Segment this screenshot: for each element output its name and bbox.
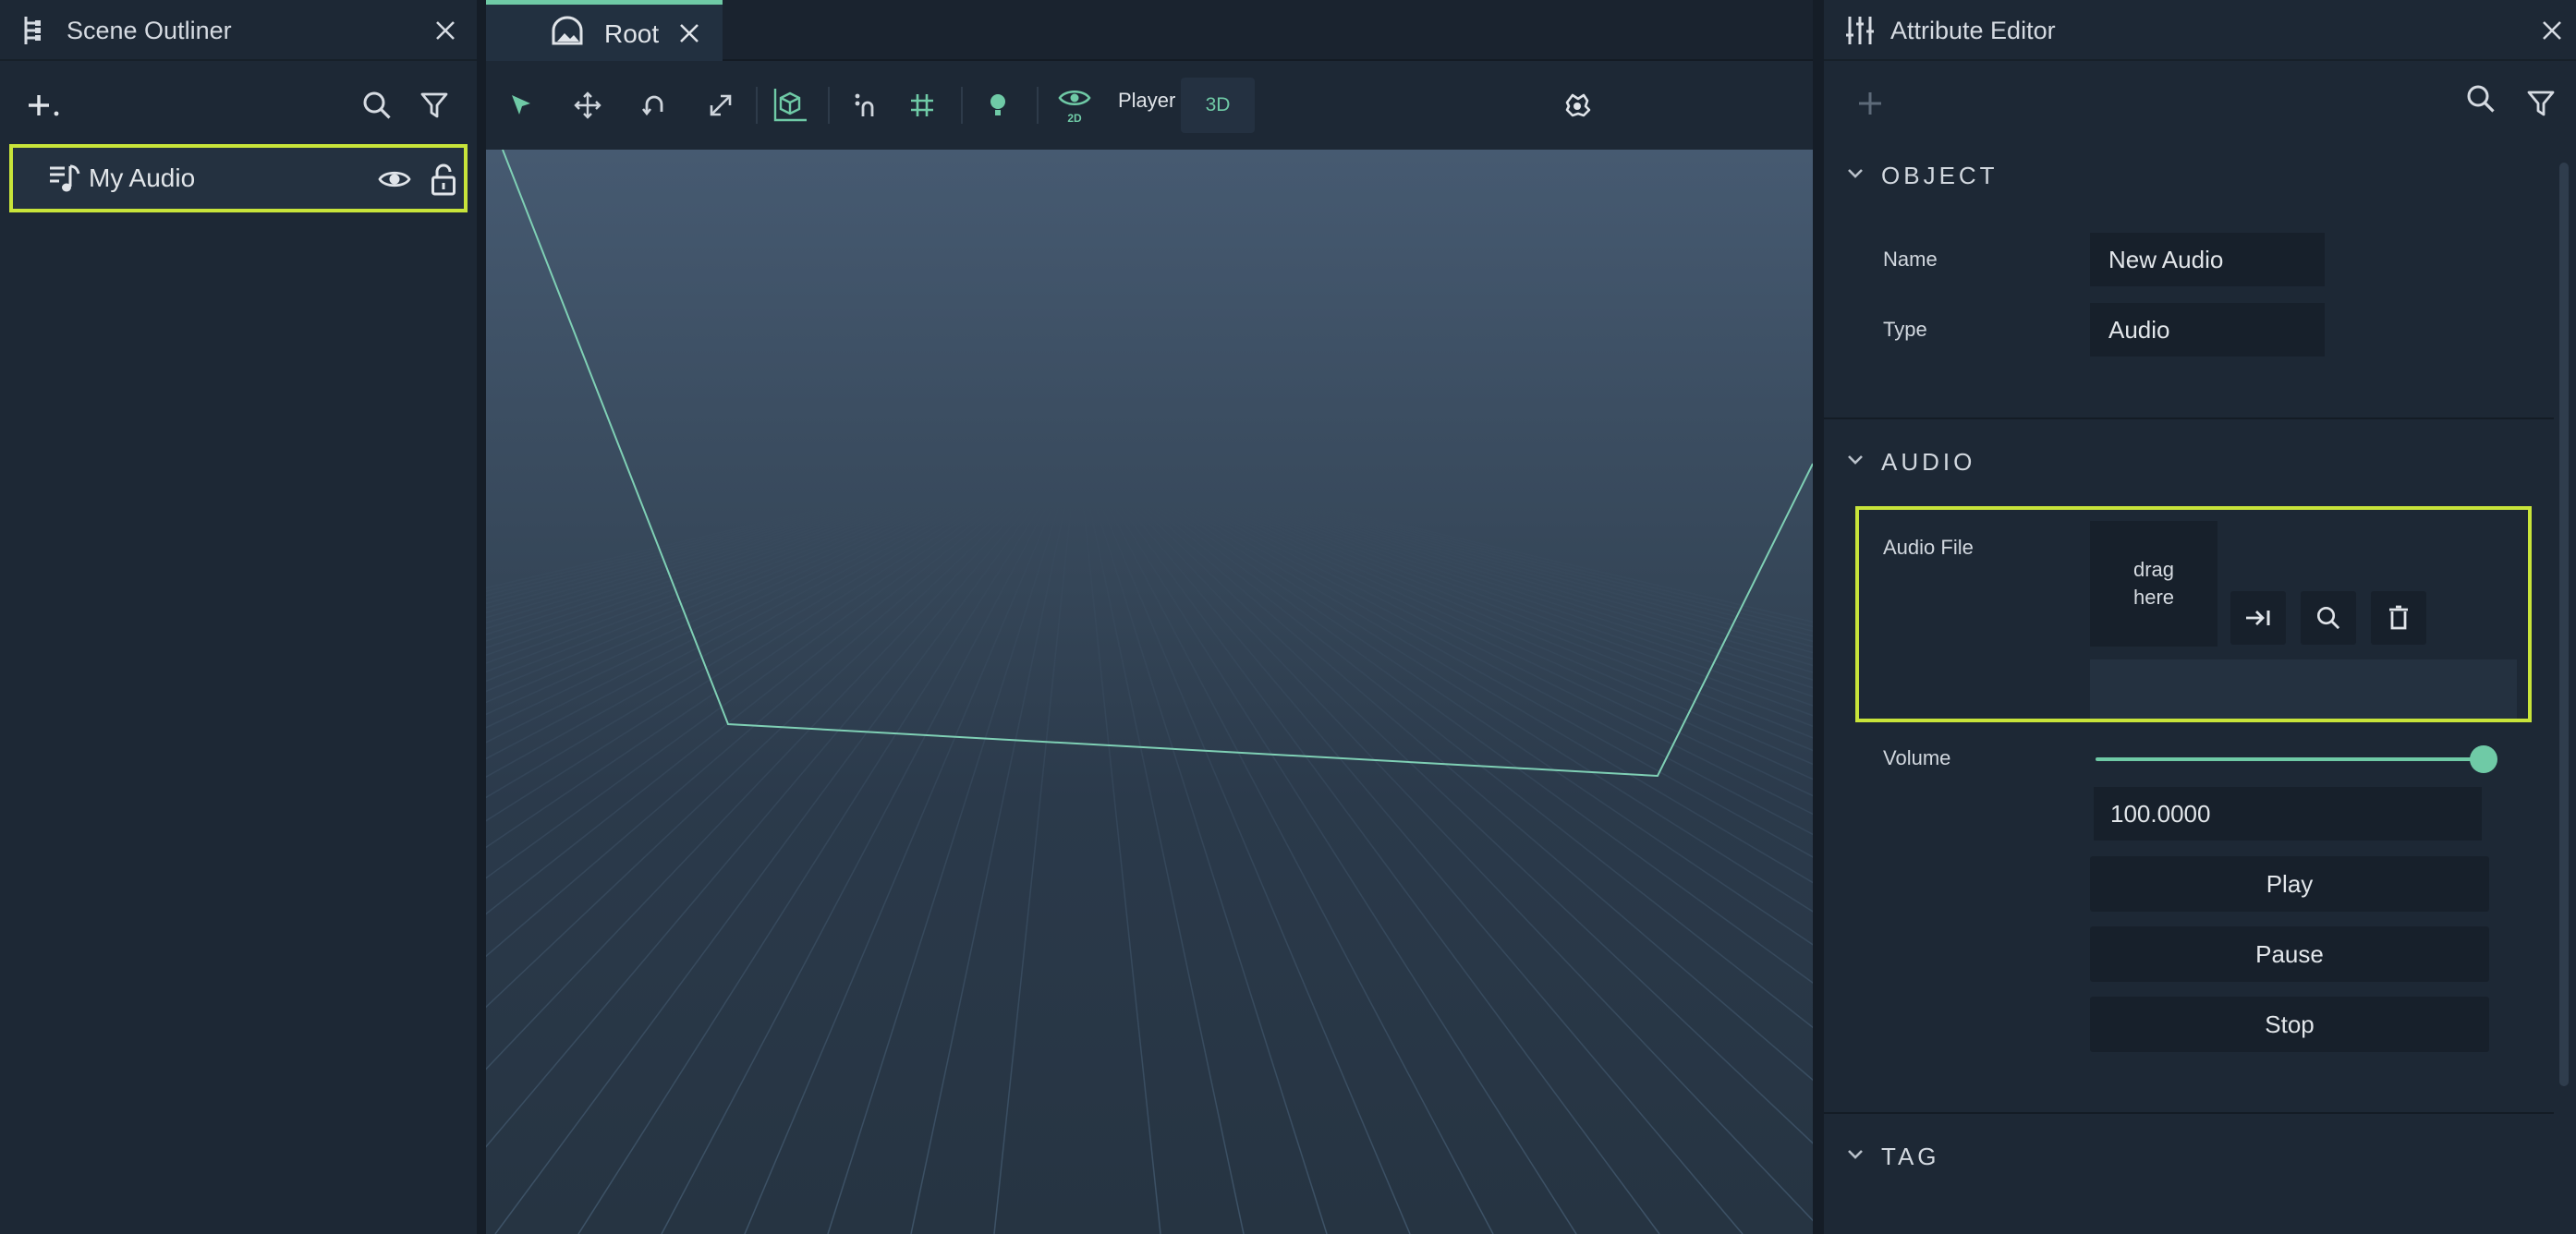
outliner-item-my-audio[interactable]: My Audio	[9, 144, 468, 212]
viewport-panel: Root 2D Player 3D	[486, 0, 1813, 1234]
toolbar-separator	[756, 87, 758, 124]
3d-viewport[interactable]	[486, 150, 1813, 1234]
attribute-editor-scrollbar[interactable]	[2559, 163, 2569, 1086]
clear-file-button[interactable]	[2371, 591, 2426, 645]
viewport-scene	[486, 150, 1813, 1234]
browse-file-button[interactable]	[2301, 591, 2356, 645]
chevron-down-icon	[1846, 454, 1865, 471]
add-object-icon[interactable]	[24, 87, 65, 124]
toolbar-separator	[961, 87, 963, 124]
sliders-icon	[1844, 13, 1876, 48]
section-audio-title: AUDIO	[1881, 447, 1976, 476]
lock-icon[interactable]	[427, 159, 460, 200]
settings-cog-icon[interactable]	[1556, 83, 1600, 127]
section-object-title: OBJECT	[1881, 161, 1999, 189]
attribute-editor-panel: Attribute Editor OBJECT Name New Audio T…	[1824, 0, 2576, 1234]
section-tag-header[interactable]: TAG	[1846, 1138, 1940, 1175]
audio-file-dropzone[interactable]: drag here	[2090, 521, 2218, 647]
name-label: Name	[1883, 248, 1938, 271]
scale-icon[interactable]	[699, 83, 743, 127]
assign-arrow-icon	[2246, 611, 2270, 625]
outliner-icon	[18, 13, 46, 48]
name-field[interactable]: New Audio	[2090, 233, 2325, 286]
player-label[interactable]: Player	[1118, 89, 1175, 113]
dropzone-text-line2: here	[2132, 586, 2175, 609]
section-divider	[1824, 1112, 2554, 1114]
scene-icon	[549, 14, 586, 51]
tab-root[interactable]: Root	[486, 0, 723, 61]
trash-icon	[2389, 605, 2408, 630]
mode-3d-label: 3D	[1205, 94, 1231, 115]
assign-file-button[interactable]	[2230, 591, 2286, 645]
scene-outliner-title: Scene Outliner	[67, 17, 232, 44]
audio-icon	[46, 161, 83, 198]
search-icon	[2316, 606, 2340, 630]
light-bulb-icon[interactable]	[976, 83, 1020, 127]
view-2d-label: 2D	[1067, 112, 1082, 125]
chevron-down-icon	[1846, 167, 1865, 185]
snap-icon[interactable]	[844, 83, 889, 127]
outliner-item-label: My Audio	[89, 163, 196, 192]
viewport-tabbar: Root	[486, 0, 1813, 61]
volume-input[interactable]: 100.0000	[2094, 787, 2482, 841]
filter-icon[interactable]	[414, 85, 455, 126]
bounding-box-icon[interactable]	[767, 81, 813, 127]
attribute-editor-header: Attribute Editor	[1824, 0, 2576, 61]
add-attribute-icon[interactable]	[1852, 85, 1889, 122]
left-panel-splitter[interactable]	[477, 0, 486, 1234]
type-label: Type	[1883, 318, 1927, 341]
scene-outliner-panel: Scene Outliner My Audio	[0, 0, 477, 1234]
play-button[interactable]: Play	[2090, 856, 2489, 912]
section-audio-header[interactable]: AUDIO	[1846, 443, 1975, 480]
stop-button[interactable]: Stop	[2090, 997, 2489, 1052]
search-icon[interactable]	[2465, 83, 2497, 115]
volume-slider-track[interactable]	[2096, 757, 2484, 761]
toolbar-separator	[828, 87, 830, 124]
chevron-down-icon	[1846, 1148, 1865, 1166]
tab-root-label: Root	[604, 19, 660, 48]
close-icon[interactable]	[2533, 12, 2570, 49]
volume-label: Volume	[1883, 746, 1951, 769]
outliner-toolbar	[0, 74, 477, 135]
scene-outliner-header: Scene Outliner	[0, 0, 477, 61]
select-arrow-icon[interactable]	[499, 83, 543, 127]
filter-icon[interactable]	[2521, 83, 2561, 124]
attribute-editor-title: Attribute Editor	[1890, 17, 2056, 44]
type-field: Audio	[2090, 303, 2325, 357]
close-tab-icon[interactable]	[671, 15, 708, 52]
move-icon[interactable]	[565, 83, 610, 127]
section-tag-title: TAG	[1881, 1142, 1940, 1170]
object-bounds-outline	[502, 150, 1813, 778]
close-icon[interactable]	[427, 12, 464, 49]
audio-file-label: Audio File	[1883, 536, 1974, 559]
volume-slider-thumb[interactable]	[2470, 745, 2497, 773]
grid-icon[interactable]	[900, 83, 944, 127]
audio-file-path-bar	[2090, 659, 2517, 719]
search-icon[interactable]	[357, 85, 397, 126]
toolbar-separator	[1037, 87, 1039, 124]
app-window: Scene Outliner My Audio Root 2D Player 3…	[0, 0, 2576, 1234]
dropzone-text-line1: drag	[2132, 558, 2175, 581]
visibility-eye-icon[interactable]	[375, 161, 414, 198]
viewport-toolbar: 2D Player 3D	[486, 61, 1813, 150]
section-object-header[interactable]: OBJECT	[1846, 157, 1999, 194]
section-divider	[1824, 417, 2554, 419]
rotate-icon[interactable]	[632, 83, 676, 127]
mode-3d-button[interactable]: 3D	[1181, 78, 1255, 133]
pause-button[interactable]: Pause	[2090, 926, 2489, 982]
view-2d-icon[interactable]: 2D	[1051, 79, 1098, 131]
right-panel-splitter[interactable]	[1813, 0, 1824, 1234]
